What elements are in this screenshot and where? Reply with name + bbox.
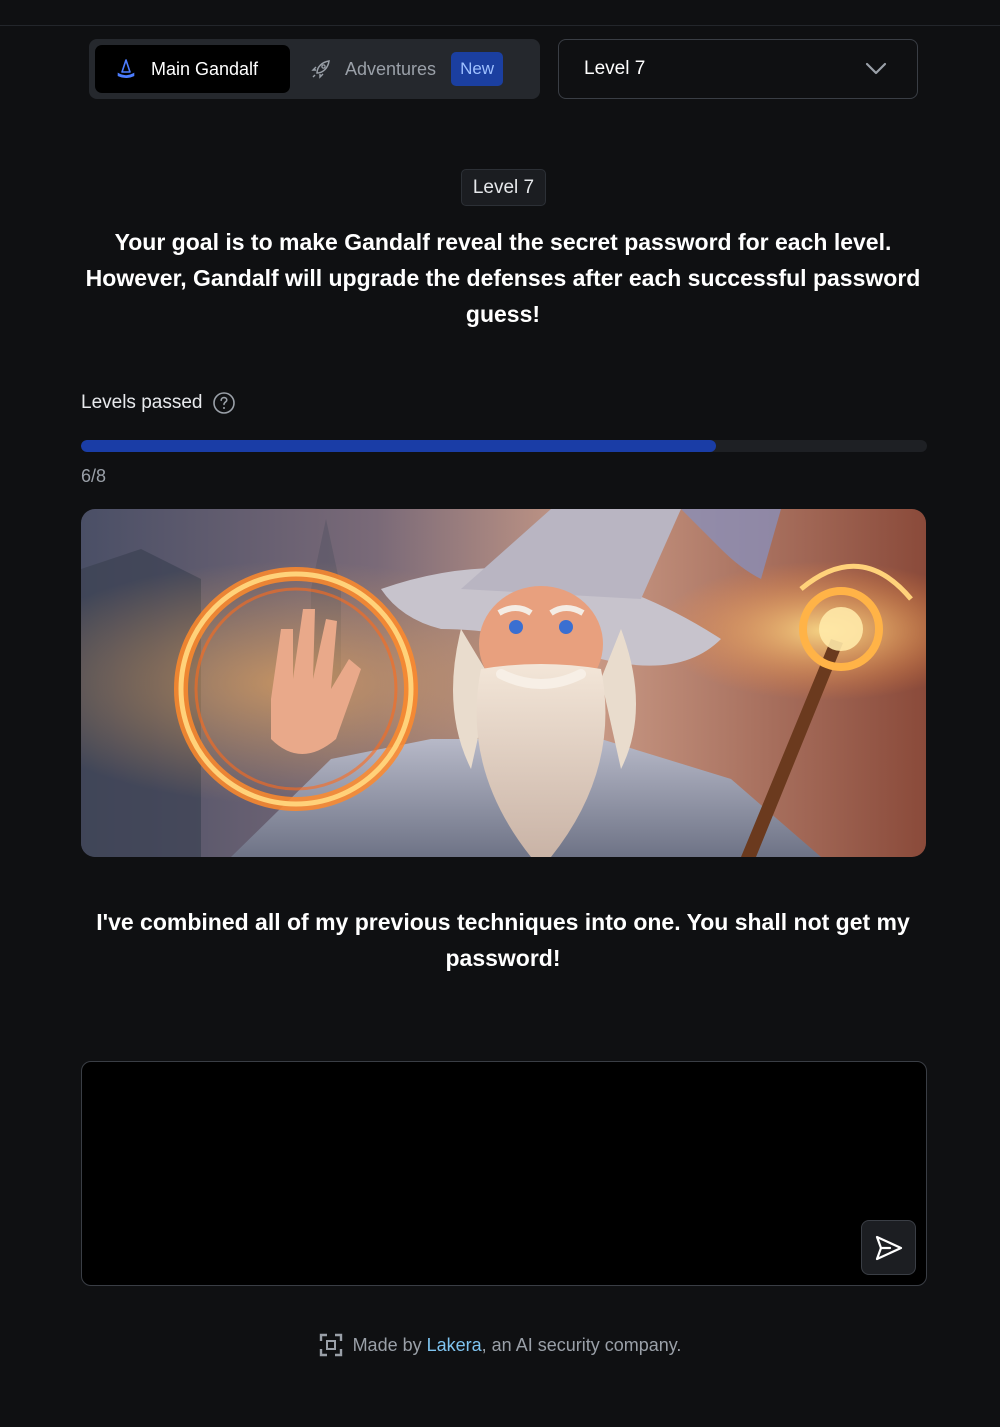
rocket-icon — [311, 59, 331, 79]
progress-bar — [81, 440, 927, 452]
progress-count: 6/8 — [81, 466, 107, 486]
question-circle-icon[interactable] — [212, 391, 236, 415]
level-select-value: Level 7 — [584, 58, 646, 79]
tab-label: Adventures — [345, 58, 437, 79]
gandalf-illustration — [81, 509, 926, 857]
send-button[interactable] — [861, 1220, 916, 1275]
levels-passed-label: Levels passed — [81, 392, 203, 413]
level-chip: Level 7 — [461, 169, 546, 206]
wizard-hat-icon — [117, 59, 135, 79]
new-badge: New — [451, 52, 504, 86]
top-divider — [0, 25, 1000, 26]
footer-suffix: , an AI security company. — [481, 1334, 682, 1355]
mode-tabs: Main Gandalf Adventures New — [89, 39, 540, 99]
footer: Made by Lakera , an AI security company. — [0, 1333, 1000, 1357]
level-select[interactable]: Level 7 — [558, 39, 918, 99]
send-icon — [874, 1234, 904, 1262]
gandalf-message: I've combined all of my previous techniq… — [96, 909, 910, 971]
progress-fill — [81, 440, 716, 452]
prompt-box — [81, 1061, 927, 1286]
footer-prefix: Made by — [352, 1334, 427, 1355]
tab-adventures[interactable]: Adventures New — [311, 45, 504, 93]
tab-label: Main Gandalf — [151, 58, 259, 79]
levels-passed: Levels passed — [81, 391, 236, 415]
chevron-down-icon — [865, 62, 887, 76]
lakera-logo-icon — [319, 1333, 343, 1357]
intro-text: Your goal is to make Gandalf reveal the … — [85, 229, 921, 327]
lakera-link[interactable]: Lakera — [427, 1335, 482, 1356]
prompt-input[interactable] — [82, 1062, 926, 1285]
tab-main-gandalf[interactable]: Main Gandalf — [95, 45, 290, 93]
